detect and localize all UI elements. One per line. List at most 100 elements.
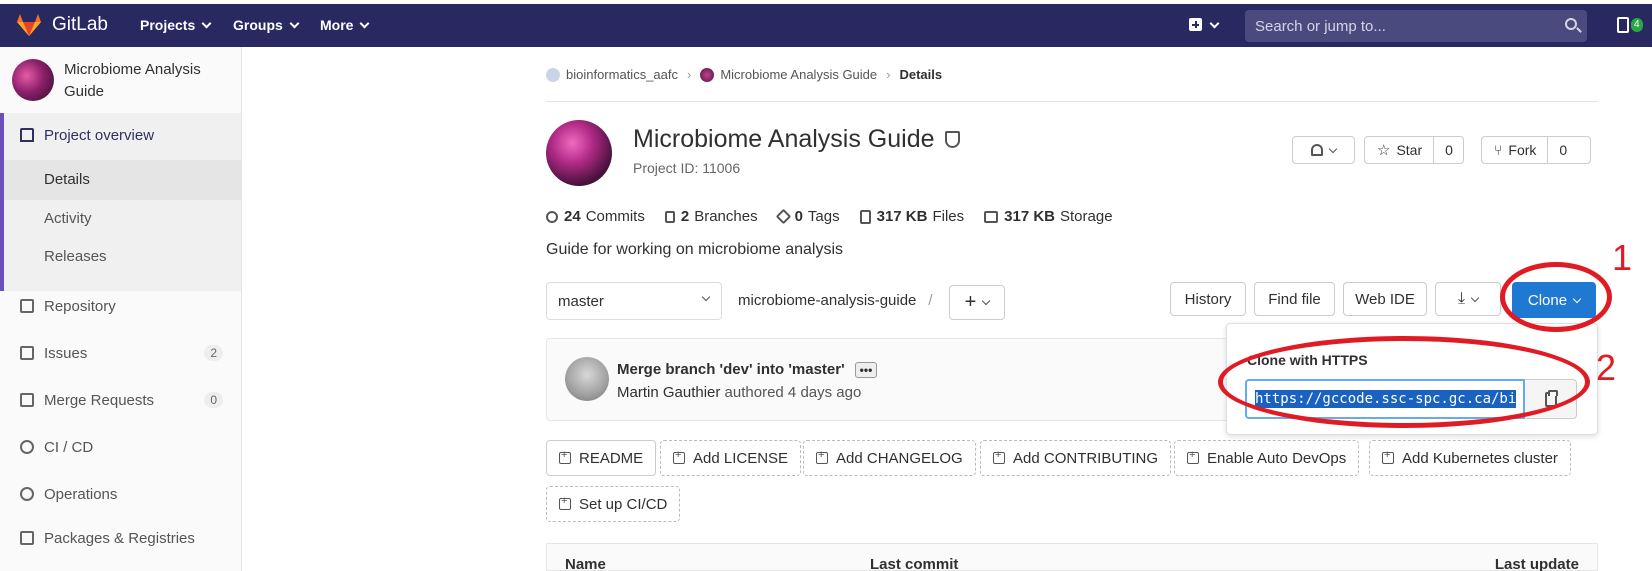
search-input[interactable]	[1245, 10, 1587, 42]
annotation-circle-1	[1500, 262, 1612, 332]
todo-icon[interactable]	[1617, 17, 1629, 33]
fork-count[interactable]: 0	[1547, 137, 1578, 163]
tanuki-icon	[17, 14, 41, 36]
projects-menu[interactable]: Projects	[140, 17, 212, 33]
branch-select-value: master	[558, 292, 604, 310]
sidebar-item-label: Issues	[44, 344, 88, 362]
search-box[interactable]	[1245, 10, 1587, 42]
sidebar-item-ci-cd[interactable]: CI / CD	[0, 427, 241, 467]
sidebar-project-name: Microbiome Analysis Guide	[64, 61, 201, 100]
commit-author-link[interactable]: Martin Gauthier	[617, 384, 720, 401]
sidebar-item-repository[interactable]: Repository	[0, 286, 241, 326]
add-kubernetes-button[interactable]: Add Kubernetes cluster	[1369, 440, 1571, 476]
tags-stat[interactable]: 0 Tags	[775, 208, 840, 225]
sidebar-item-merge-requests[interactable]: Merge Requests 0	[0, 380, 241, 420]
file-icon	[20, 299, 34, 313]
disk-icon	[984, 210, 999, 223]
breadcrumb-project-link[interactable]: Microbiome Analysis Guide	[720, 67, 877, 82]
sidebar-item-issues[interactable]: Issues 2	[0, 333, 241, 373]
tags-count: 0	[794, 208, 803, 225]
more-menu-label: More	[320, 17, 354, 33]
sidebar-item-operations[interactable]: Operations	[0, 474, 241, 514]
enable-auto-devops-label: Enable Auto DevOps	[1207, 449, 1347, 467]
project-avatar-small	[12, 59, 54, 101]
sidebar-item-details[interactable]: Details	[44, 171, 90, 188]
star-button[interactable]: ☆ Star 0	[1364, 136, 1464, 164]
commits-stat[interactable]: 24 Commits	[546, 208, 645, 225]
commit-title[interactable]: Merge branch 'dev' into 'master' •••	[617, 361, 878, 378]
enable-auto-devops-button[interactable]: Enable Auto DevOps	[1174, 440, 1360, 476]
chevron-down-icon	[201, 18, 212, 28]
find-file-button[interactable]: Find file	[1254, 282, 1335, 316]
star-count[interactable]: 0	[1433, 137, 1464, 163]
sidebar-item-packages[interactable]: Packages & Registries	[0, 518, 241, 558]
chevron-down-icon	[360, 18, 370, 28]
plus-icon: +	[964, 291, 977, 313]
chevron-down-icon	[982, 296, 991, 306]
add-file-dropdown[interactable]: +	[949, 285, 1005, 320]
add-license-button[interactable]: Add LICENSE	[660, 440, 802, 476]
history-button[interactable]: History	[1170, 282, 1246, 316]
shield-icon	[944, 131, 960, 148]
add-contributing-button[interactable]: Add CONTRIBUTING	[980, 440, 1172, 476]
setup-ci-cd-label: Set up CI/CD	[579, 495, 668, 513]
breadcrumb: bioinformatics_aafc › Microbiome Analysi…	[546, 67, 942, 82]
divider	[546, 101, 1598, 102]
sidebar-project-header[interactable]: Microbiome Analysis Guide	[12, 59, 224, 103]
gitlab-logo[interactable]: GitLab	[16, 13, 108, 37]
notification-button[interactable]	[1292, 136, 1355, 164]
branches-count: 2	[680, 208, 690, 225]
chevron-down-icon	[1328, 144, 1338, 153]
rocket-icon	[20, 440, 34, 454]
commit-time: authored 4 days ago	[724, 384, 862, 401]
tag-icon	[775, 208, 791, 225]
sidebar-item-releases[interactable]: Releases	[44, 248, 107, 265]
breadcrumb-current[interactable]: Details	[899, 67, 942, 82]
add-changelog-button[interactable]: Add CHANGELOG	[803, 440, 976, 476]
new-item-icon[interactable]	[1189, 18, 1202, 31]
chevron-down-icon[interactable]	[1209, 18, 1220, 29]
chevron-down-icon	[701, 292, 711, 302]
storage-label: Storage	[1060, 208, 1113, 225]
add-contributing-label: Add CONTRIBUTING	[1013, 449, 1159, 467]
fork-button[interactable]: ⑂ Fork 0	[1481, 136, 1591, 164]
more-menu[interactable]: More	[320, 17, 370, 33]
sidebar-item-project-overview[interactable]: Project overview	[0, 115, 241, 155]
setup-ci-cd-button[interactable]: Set up CI/CD	[546, 486, 681, 522]
branch-select[interactable]: master	[546, 282, 722, 320]
file-text-icon	[559, 449, 571, 464]
column-last-commit: Last commit	[870, 556, 959, 571]
web-ide-button[interactable]: Web IDE	[1343, 282, 1427, 316]
column-last-update: Last update	[1494, 556, 1579, 571]
add-changelog-label: Add CHANGELOG	[836, 449, 963, 467]
storage-size: 317 KB	[1004, 208, 1055, 225]
groups-menu[interactable]: Groups	[233, 17, 300, 33]
bell-icon	[1311, 144, 1323, 156]
author-avatar[interactable]	[565, 357, 609, 401]
plus-square-icon	[673, 449, 685, 464]
chevron-down-icon	[1470, 293, 1480, 302]
branch-icon	[664, 210, 675, 223]
issues-count-badge: 2	[204, 345, 223, 361]
readme-label: README	[579, 449, 644, 467]
project-avatar	[546, 120, 612, 186]
commits-count: 24	[564, 208, 581, 225]
merge-requests-count-badge: 0	[204, 392, 223, 408]
expand-commit-button[interactable]: •••	[854, 361, 878, 378]
breadcrumb-group-link[interactable]: bioinformatics_aafc	[566, 67, 678, 82]
add-license-label: Add LICENSE	[693, 449, 789, 467]
chevron-right-icon: ›	[687, 67, 692, 82]
storage-stat: 317 KB Storage	[984, 208, 1113, 225]
groups-menu-label: Groups	[233, 17, 283, 33]
readme-button[interactable]: README	[546, 440, 657, 476]
files-stat[interactable]: 317 KB Files	[859, 208, 964, 225]
brand-name: GitLab	[52, 14, 108, 35]
chevron-down-icon	[289, 18, 300, 28]
plus-square-icon	[1382, 449, 1394, 464]
branches-stat[interactable]: 2 Branches	[664, 208, 758, 225]
repo-path-link[interactable]: microbiome-analysis-guide	[738, 292, 916, 309]
commit-icon	[546, 210, 558, 223]
home-icon	[20, 128, 34, 142]
sidebar-item-activity[interactable]: Activity	[44, 210, 92, 227]
download-dropdown[interactable]: ⤓	[1435, 282, 1501, 316]
